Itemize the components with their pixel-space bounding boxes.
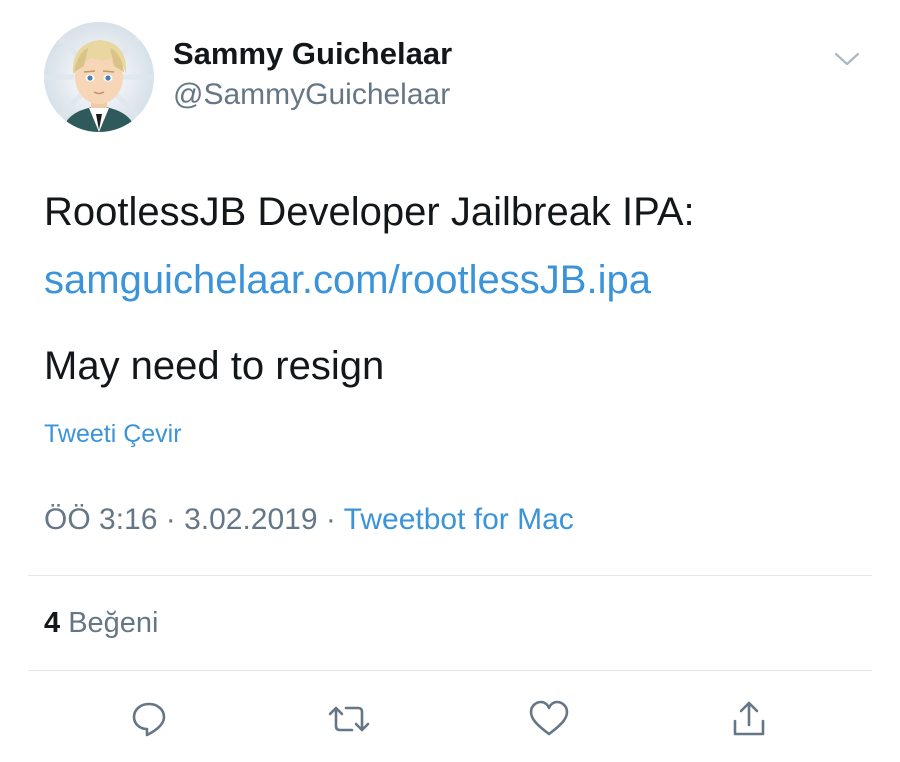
tweet-meta: ÖÖ 3:16 · 3.02.2019 · Tweetbot for Mac — [44, 503, 574, 537]
retweet-button[interactable] — [326, 696, 372, 742]
share-button[interactable] — [726, 696, 772, 742]
retweet-icon — [328, 706, 370, 732]
author-display-name[interactable]: Sammy Guichelaar — [173, 36, 452, 72]
tweet-link[interactable]: samguichelaar.com/rootlessJB.ipa — [44, 258, 651, 303]
share-icon — [733, 701, 765, 736]
tweet-text-line: RootlessJB Developer Jailbreak IPA: — [44, 190, 695, 234]
meta-separator: · — [317, 503, 344, 536]
avatar-image — [44, 22, 154, 132]
tweet-source-link[interactable]: Tweetbot for Mac — [344, 503, 574, 536]
avatar[interactable] — [44, 22, 154, 132]
heart-icon — [529, 700, 569, 736]
likes-count: 4 — [44, 607, 61, 639]
more-options-button[interactable] — [832, 48, 862, 70]
chevron-down-icon — [834, 52, 860, 66]
like-button[interactable] — [526, 696, 572, 742]
author-handle[interactable]: @SammyGuichelaar — [173, 78, 450, 112]
tweet-detail: Sammy Guichelaar @SammyGuichelaar Rootle… — [0, 0, 900, 762]
meta-separator: · — [157, 503, 185, 536]
likes-label: Beğeni — [68, 607, 159, 639]
translate-tweet-link[interactable]: Tweeti Çevir — [44, 420, 182, 449]
tweet-date: 3.02.2019 — [184, 503, 318, 536]
divider — [28, 670, 872, 671]
reply-button[interactable] — [126, 696, 172, 742]
reply-icon — [132, 702, 166, 737]
tweet-time: ÖÖ 3:16 — [44, 503, 158, 536]
divider — [28, 575, 872, 576]
tweet-text-line: May need to resign — [44, 344, 385, 388]
likes-stat[interactable]: 4 Beğeni — [44, 607, 159, 640]
